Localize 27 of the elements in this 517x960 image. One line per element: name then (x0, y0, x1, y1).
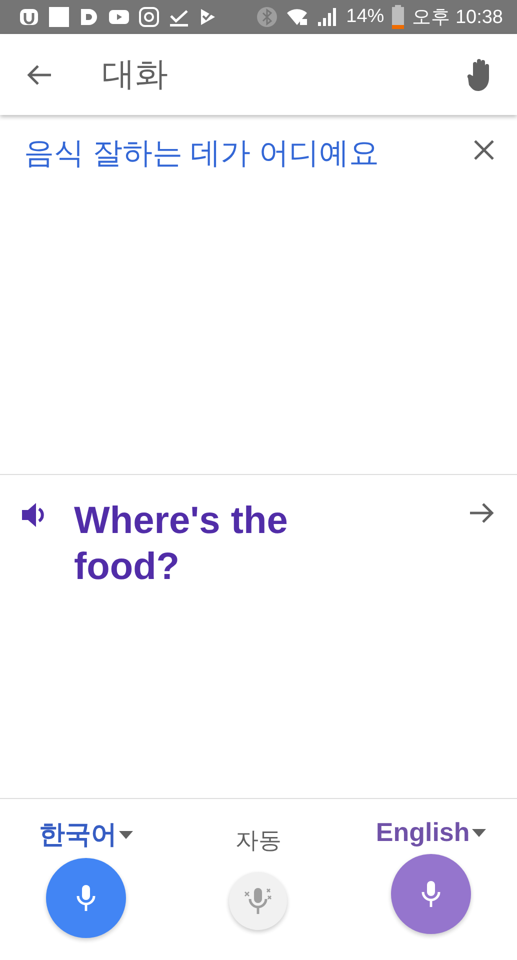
clock: 오후 10:38 (412, 6, 503, 30)
camera-icon (138, 6, 160, 28)
screen-title: 대화 (102, 54, 169, 94)
microphone-icon (76, 884, 96, 912)
caret-icon (119, 830, 134, 838)
close-icon[interactable] (473, 139, 495, 161)
auto-label: 자동 (235, 826, 282, 855)
bluetooth-icon (256, 6, 278, 28)
arrow-right-icon[interactable] (469, 501, 495, 525)
app-icon (18, 6, 40, 28)
microphone-icon (420, 880, 441, 908)
signal-icon (316, 6, 338, 28)
language-selector[interactable]: 한국어 (39, 817, 134, 852)
auto-microphone-button[interactable] (229, 872, 288, 930)
caret-icon (472, 828, 486, 836)
microphone-button[interactable] (46, 858, 126, 938)
language-selector[interactable]: English (376, 817, 486, 848)
d-logo-icon (78, 6, 100, 28)
translated-text: Where's the food? (74, 499, 289, 590)
battery-icon (392, 5, 404, 29)
wifi-icon (286, 6, 308, 28)
battery-percent: 14% (346, 6, 384, 28)
square-icon (48, 6, 70, 28)
source-text: 음식 잘하는 데가 어디예요 (24, 136, 380, 172)
microphone-sparkle-icon (243, 886, 274, 916)
microphone-button[interactable] (390, 854, 471, 934)
back-arrow-icon[interactable] (26, 62, 52, 86)
